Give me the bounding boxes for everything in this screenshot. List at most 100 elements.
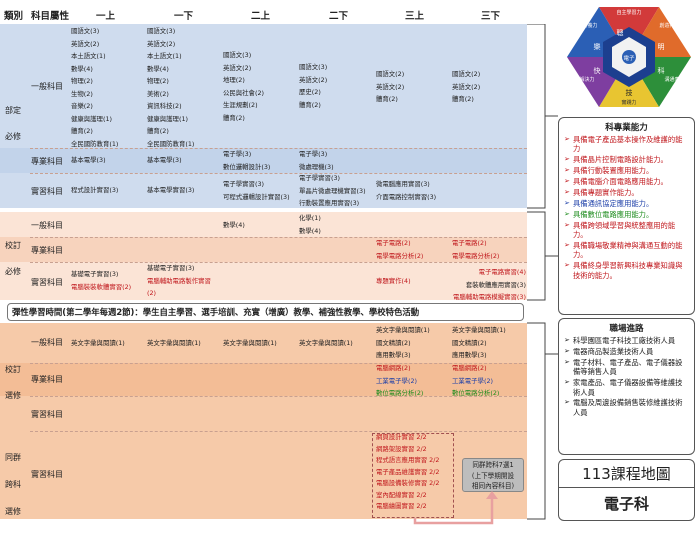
ability-panel: 科專業能力 具備電子產品基本操作及維護的能力 具備晶片控制電路設計能力。 具備行… bbox=[558, 117, 695, 315]
ability-item: 具備電子產品基本操作及維護的能力 bbox=[564, 135, 688, 154]
ability-item: 具備職場敬業精神與溝通互動的能力。 bbox=[564, 241, 688, 260]
career-item: 家電產品、電子儀器設備等維護技術人員 bbox=[564, 378, 688, 397]
career-title: 職場進路 bbox=[609, 324, 644, 334]
hex-seg-5: 快 bbox=[594, 66, 601, 75]
cross-elective-note: 同群跨科7選1 (上下學期開設 相同內容科目) bbox=[462, 458, 524, 492]
ability-item: 具備數位電路應用能力。 bbox=[564, 210, 688, 220]
row-school-general: 一般科目 bbox=[31, 221, 63, 230]
header-sem-3a: 三上 bbox=[405, 11, 425, 22]
divider bbox=[30, 431, 527, 432]
group-school-elective: 校訂 選修 bbox=[5, 365, 21, 400]
band-elective-practice bbox=[0, 396, 527, 431]
group-cross-elective: 同群 跨科 選修 bbox=[5, 453, 21, 516]
cell-s-pro-3b: 電子電路(2) 電學電路分析(2) bbox=[452, 239, 500, 260]
hex-seg-2: 明 bbox=[658, 43, 665, 51]
hex-label-3: 溝通表達力 bbox=[664, 76, 689, 83]
divider bbox=[30, 262, 527, 263]
cell-req-general-1b: 國語文(3) 英語文(2) 本土語文(1) 數學(4) 物理(2) 美術(2) 資訊科技(2… bbox=[147, 27, 195, 148]
cell-s-pra-1b: 基礎電子實習(3) 電腦輔助電路製作實習 (2) bbox=[147, 264, 211, 297]
cell-req-general-3a: 國語文(2) 英語文(2) 體育(2) bbox=[376, 70, 405, 103]
cell-e-gen-2a: 英文字彙與閱讀(1) bbox=[223, 339, 277, 347]
cell-s-pro-3a: 電子電路(2) 電學電路分析(2) bbox=[376, 239, 424, 260]
career-item: 電子材料、電子產品、電子儀器設備等銷售人員 bbox=[564, 358, 688, 377]
ability-item: 具備通訊協定應用能力。 bbox=[564, 199, 688, 209]
career-item: 科學園區電子科技工廠技術人員 bbox=[564, 336, 688, 346]
hex-seg-6: 樂 bbox=[594, 42, 601, 51]
group-required: 部定 必修 bbox=[5, 106, 21, 141]
band-school-professional bbox=[0, 237, 527, 262]
career-panel: 職場進路 科學園區電子科技工廠技術人員 電器商品製造業技術人員 電子材料、電子產… bbox=[558, 318, 695, 455]
cell-s-gen-2a: 數學(4) bbox=[223, 221, 245, 229]
cell-s-pra-1a: 基礎電子實習(3) 電腦裝裝軟體實習(2) bbox=[71, 270, 132, 291]
career-item: 電器商品製造業技術人員 bbox=[564, 347, 688, 357]
ability-item: 具備專題實作能力。 bbox=[564, 188, 688, 198]
cell-e-pro-3b: 電腦網路(2) 工業電子學(2) 數位電路分析(2) bbox=[452, 364, 500, 397]
cell-req-pro-2b: 電子學(3) 微處理機(3) bbox=[299, 150, 334, 171]
row-elective-practice: 實習科目 bbox=[31, 410, 63, 419]
cell-e-gen-2b: 英文字彙與閱讀(1) bbox=[299, 339, 353, 347]
cell-req-pro-1a: 基本電學(3) bbox=[71, 156, 106, 164]
cell-e-gen-1b: 英文字彙與閱讀(1) bbox=[147, 339, 201, 347]
hex-label-2: 創造行動力 bbox=[659, 22, 684, 29]
cell-req-pra-2b: 電子學實習(3) 單晶片微處理機實習(3) 行動裝置應用實習(3) bbox=[299, 174, 366, 207]
cell-req-pra-1b: 基本電學實習(3) bbox=[147, 186, 195, 194]
cell-req-pro-1b: 基本電學(3) bbox=[147, 156, 182, 164]
cell-e-pro-3a: 電腦網路(2) 工業電子學(2) 數位電路分析(2) bbox=[376, 364, 424, 397]
hex-label-5: 問題解決力 bbox=[569, 76, 594, 83]
cell-e-gen-3b: 英文字彙與閱讀(1) 國文精讀(2) 應用數學(3) bbox=[452, 326, 506, 359]
cell-s-pra-3b: 電子電路實習(4) 套裝軟體應用實習(3) 電腦輔助電路模擬實習(3) bbox=[453, 268, 526, 301]
divider bbox=[30, 173, 527, 174]
header-sem-1b: 一下 bbox=[174, 11, 194, 22]
row-required-general: 一般科目 bbox=[31, 82, 63, 91]
hex-seg-3: 科 bbox=[658, 66, 665, 75]
cell-req-pro-2a: 電子學(3) 數位邏輯設計(3) bbox=[223, 150, 271, 171]
career-item: 電腦及周邊設備銷售裝修維護技術人員 bbox=[564, 398, 688, 417]
hex-seg-4: 技 bbox=[626, 88, 633, 97]
ability-item: 具備晶片控制電路設計能力。 bbox=[564, 155, 688, 165]
ability-item: 具備跨領域學習與統整應用的能力。 bbox=[564, 221, 688, 240]
cell-req-general-1a: 國語文(3) 英語文(2) 本土語文(1) 數學(4) 物理(2) 生物(2) 音樂(2) 健… bbox=[71, 27, 119, 148]
cell-s-gen-2b: 化學(1) 數學(4) bbox=[299, 214, 321, 235]
cell-req-pra-2a: 電子學實習(3) 可程式邏輯設計實習(3) bbox=[223, 180, 290, 201]
ability-item: 具備終身學習新興科技專業知識與技術的能力。 bbox=[564, 261, 688, 280]
group-school-required: 校訂 必修 bbox=[5, 241, 21, 276]
header-sem-2b: 二下 bbox=[329, 11, 349, 22]
hex-label-4: 實踐力 bbox=[621, 99, 636, 106]
hex-center: 電子 bbox=[623, 55, 635, 62]
hex-label-6: 國際素養力 bbox=[572, 22, 597, 29]
core-competency-hexagon: 自主學習力 創造行動力 溝通表達力 實踐力 問題解決力 國際素養力 聰 明 科 … bbox=[567, 7, 691, 107]
row-required-practice: 實習科目 bbox=[31, 187, 63, 196]
header-sem-3b: 三下 bbox=[481, 11, 501, 22]
band-school-general bbox=[0, 212, 527, 237]
row-required-professional: 專業科目 bbox=[31, 157, 63, 166]
row-elective-professional: 專業科目 bbox=[31, 375, 63, 384]
hex-label-1: 自主學習力 bbox=[616, 9, 641, 16]
course-map-box: 113課程地圖 電子科 bbox=[558, 459, 695, 521]
cell-req-pra-1a: 程式設計實習(3) bbox=[71, 186, 119, 194]
department-name: 電子科 bbox=[603, 495, 649, 513]
cell-e-gen-3a: 英文字彙與閱讀(1) 國文精讀(2) 應用數學(3) bbox=[376, 326, 430, 359]
header-sem-2a: 二上 bbox=[251, 11, 271, 22]
cell-req-general-3b: 國語文(2) 英語文(2) 體育(2) bbox=[452, 70, 481, 103]
row-elective-general: 一般科目 bbox=[31, 338, 63, 347]
hex-seg-1: 聰 bbox=[617, 28, 624, 37]
connector-lines bbox=[527, 24, 558, 520]
ability-title: 科專業能力 bbox=[605, 123, 648, 133]
header-attr: 科目屬性 bbox=[31, 11, 70, 22]
cell-e-gen-1a: 英文字彙與閱讀(1) bbox=[71, 339, 125, 347]
course-map-title: 113課程地圖 bbox=[559, 460, 694, 488]
band-elective-professional bbox=[0, 363, 527, 396]
cell-req-general-2b: 國語文(3) 英語文(2) 歷史(2) 體育(2) bbox=[299, 63, 328, 109]
row-cross-practice: 實習科目 bbox=[31, 470, 63, 479]
cell-s-pra-3a: 專題實作(4) bbox=[376, 277, 411, 285]
flex-learning-banner: 彈性學習時間(第二學年每週2節)：學生自主學習、選手培訓、充實（增廣）教學、補強… bbox=[7, 303, 524, 321]
cell-req-general-2a: 國語文(3) 英語文(2) 地理(2) 公民與社會(2) 生涯規劃(2) 體育(2) bbox=[223, 51, 265, 122]
header-type: 類別 bbox=[4, 11, 24, 22]
ability-item: 具備電腦介面電路應用能力。 bbox=[564, 177, 688, 187]
cell-req-pra-3a: 微電腦應用實習(3) 介面電路控制實習(3) bbox=[376, 180, 437, 201]
row-school-practice: 實習科目 bbox=[31, 278, 63, 287]
header-sem-1a: 一上 bbox=[96, 11, 116, 22]
cross-arrow bbox=[413, 491, 498, 525]
row-school-professional: 專業科目 bbox=[31, 246, 63, 255]
ability-item: 具備行動裝置應用能力。 bbox=[564, 166, 688, 176]
